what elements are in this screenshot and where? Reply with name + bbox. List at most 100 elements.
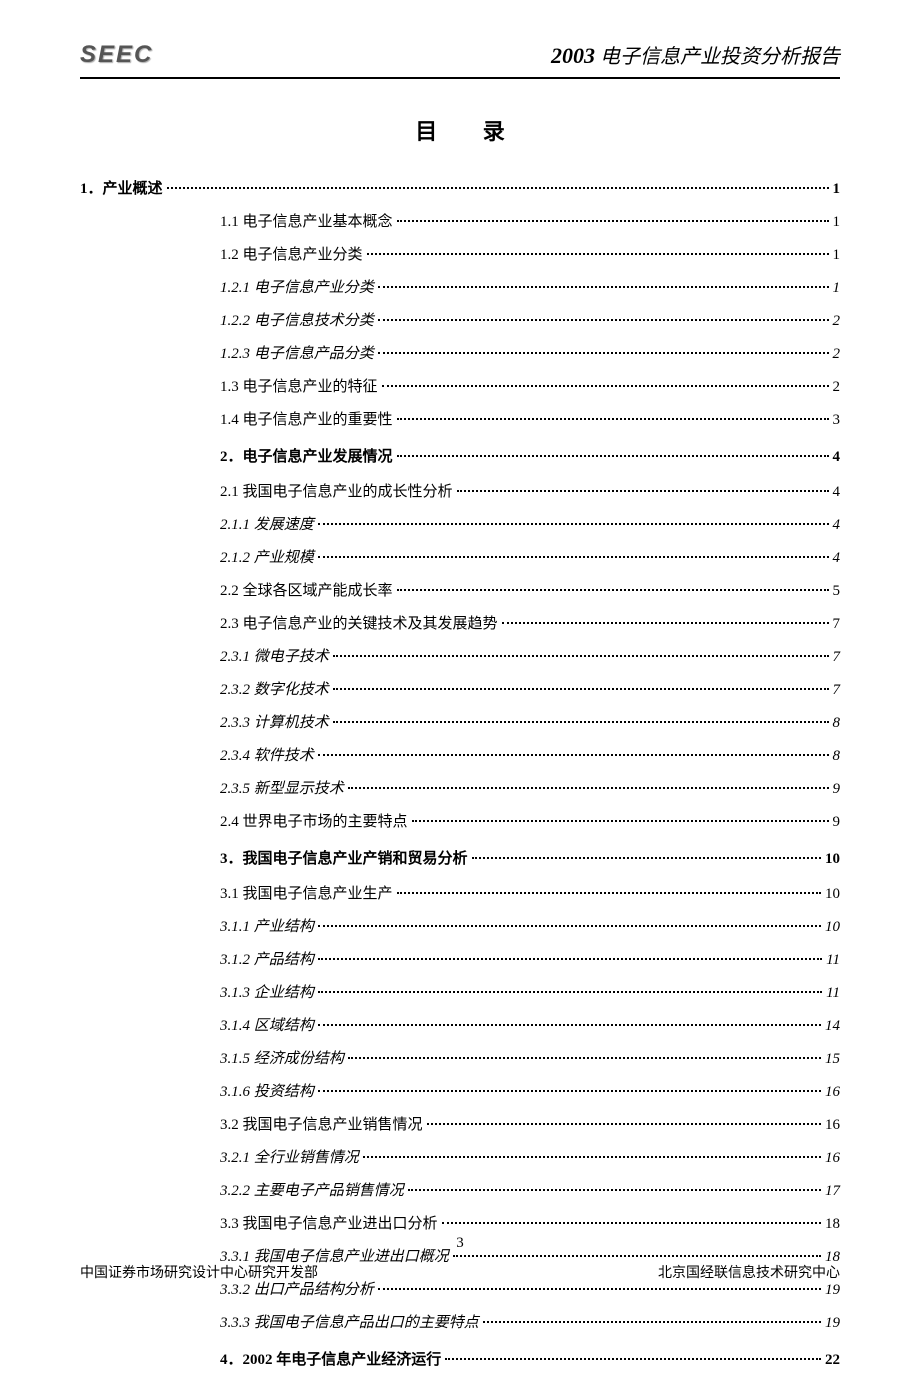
toc-dots [397,892,821,894]
toc-label: 3.1.4 区域结构 [220,1013,314,1040]
toc-label: 3.2.2 主要电子产品销售情况 [220,1178,404,1205]
toc-label: 3.1.6 投资结构 [220,1079,314,1106]
toc-entry: 3．我国电子信息产业产销和贸易分析 10 [220,846,840,873]
toc-dots [453,1255,821,1257]
toc-entry: 2.3.3 计算机技术 8 [220,710,840,737]
header-text: 电子信息产业投资分析报告 [600,46,840,68]
toc-dots [397,455,829,457]
toc-entry: 3.2.2 主要电子产品销售情况 17 [220,1178,840,1205]
toc-page: 8 [833,710,841,737]
toc-dots [363,1156,821,1158]
toc-dots [408,1189,821,1191]
toc-dots [457,490,829,492]
toc-label: 2.2 全球各区域产能成长率 [220,578,393,605]
toc-label: 3.1.3 企业结构 [220,980,314,1007]
toc-label: 2.3.5 新型显示技术 [220,776,344,803]
footer-right: 北京国经联信息技术研究中心 [658,1262,840,1282]
toc-entry: 2．电子信息产业发展情况 4 [220,444,840,471]
toc-entry: 1．产业概述1 [80,176,840,203]
toc-page: 3 [833,407,841,434]
toc-page: 7 [833,644,841,671]
toc-page: 1 [833,209,841,236]
page-number: 3 [0,1235,920,1252]
toc-page: 11 [826,947,840,974]
toc-dots [427,1123,821,1125]
toc-label: 2.3 电子信息产业的关键技术及其发展趋势 [220,611,498,638]
toc-entry: 1.3 电子信息产业的特征2 [220,374,840,401]
toc-label: 2.3.4 软件技术 [220,743,314,770]
toc-dots [397,220,829,222]
header-title: 2003 电子信息产业投资分析报告 [551,40,840,69]
toc-label: 2.3.2 数字化技术 [220,677,329,704]
toc-page: 10 [825,846,840,873]
toc-dots [483,1321,821,1323]
toc-page: 17 [825,1178,840,1205]
toc-entry: 3.2 我国电子信息产业销售情况16 [220,1112,840,1139]
toc-entry: 3.1.1 产业结构 10 [220,914,840,941]
toc-dots [318,1090,821,1092]
toc-dots [318,991,822,993]
toc-label: 4．2002 年电子信息产业经济运行 [220,1347,441,1374]
toc-label: 1.2.1 电子信息产业分类 [220,275,374,302]
toc-dots [367,253,829,255]
toc-page: 4 [833,545,841,572]
toc-dots [378,319,829,321]
toc-label: 3.1.1 产业结构 [220,914,314,941]
toc-page: 18 [825,1211,840,1238]
toc-dots [333,721,829,723]
toc-dots [318,925,821,927]
toc-label: 3.2.1 全行业销售情况 [220,1145,359,1172]
toc-page: 2 [833,308,841,335]
toc-entry: 3.1.6 投资结构16 [220,1079,840,1106]
toc-entry: 3.1.2 产品结构 11 [220,947,840,974]
toc-content: 1．产业概述1 1.1 电子信息产业基本概念1 1.2 电子信息产业分类 1 1.2.1… [0,176,920,1374]
toc-page: 4 [833,444,841,471]
toc-entry: 3.1 我国电子信息产业生产 10 [220,881,840,908]
toc-dots [382,385,829,387]
toc-label: 3.1 我国电子信息产业生产 [220,881,393,908]
toc-label: 3．我国电子信息产业产销和贸易分析 [220,846,468,873]
toc-label: 3.3 我国电子信息产业进出口分析 [220,1211,438,1238]
toc-page: 19 [825,1310,840,1337]
toc-dots [318,1024,821,1026]
toc-entry: 2.1 我国电子信息产业的成长性分析4 [220,479,840,506]
toc-label: 1.2 电子信息产业分类 [220,242,363,269]
toc-dots [445,1358,821,1360]
toc-label: 3.1.5 经济成份结构 [220,1046,344,1073]
toc-entry: 1.1 电子信息产业基本概念1 [220,209,840,236]
toc-dots [472,857,821,859]
toc-entry: 1.4 电子信息产业的重要性3 [220,407,840,434]
toc-page: 16 [825,1112,840,1139]
toc-dots [397,418,829,420]
toc-dots [167,187,829,189]
toc-page: 2 [833,374,841,401]
toc-page: 7 [833,611,841,638]
toc-label: 2.3.1 微电子技术 [220,644,329,671]
toc-entry: 2.3.1 微电子技术 7 [220,644,840,671]
toc-dots [378,1288,821,1290]
toc-entry: 1.2.3 电子信息产品分类2 [220,341,840,368]
toc-dots [333,655,829,657]
toc-entry: 2.4 世界电子市场的主要特点9 [220,809,840,836]
page-header: SEEC 2003 电子信息产业投资分析报告 [80,0,840,79]
toc-label: 2.1.1 发展速度 [220,512,314,539]
toc-page: 16 [825,1145,840,1172]
toc-label: 2．电子信息产业发展情况 [220,444,393,471]
toc-dots [318,556,829,558]
toc-entry: 2.3.2 数字化技术 7 [220,677,840,704]
toc-entry: 4．2002 年电子信息产业经济运行22 [220,1347,840,1374]
toc-page: 4 [833,479,841,506]
toc-entry: 2.2 全球各区域产能成长率5 [220,578,840,605]
toc-label: 3.1.2 产品结构 [220,947,314,974]
header-year: 2003 [551,43,595,68]
toc-page: 7 [833,677,841,704]
toc-label: 2.3.3 计算机技术 [220,710,329,737]
toc-dots [333,688,829,690]
toc-page: 1 [833,242,841,269]
toc-page: 10 [825,881,840,908]
toc-label: 1.2.3 电子信息产品分类 [220,341,374,368]
toc-page: 10 [825,914,840,941]
toc-dots [318,754,829,756]
toc-dots [318,958,822,960]
toc-page: 9 [833,809,841,836]
